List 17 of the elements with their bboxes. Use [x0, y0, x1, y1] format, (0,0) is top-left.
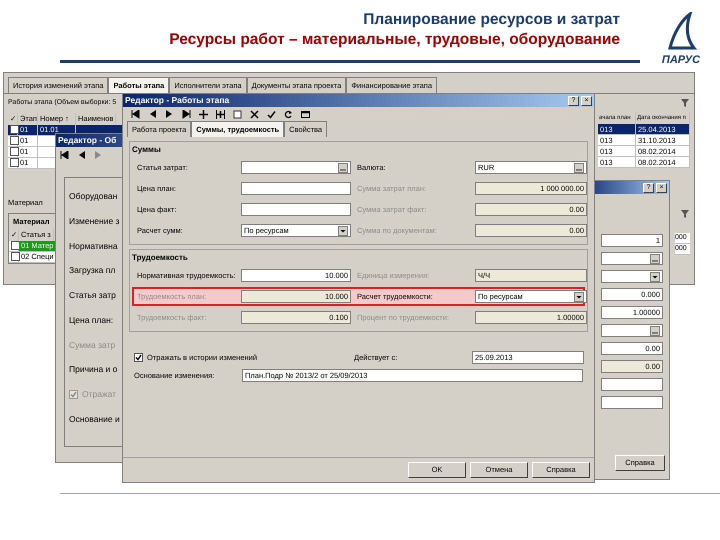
group-title: Суммы [132, 144, 162, 156]
window-title: Редактор - Об [58, 134, 116, 147]
window-title: Редактор - Работы этапа [125, 94, 230, 107]
checkbox-label: Отражат [82, 388, 116, 401]
logo-text: ПАРУС [662, 53, 700, 68]
field-label: Изменение з [69, 214, 120, 228]
field-label: Нормативна [69, 240, 118, 252]
field-label: Оборудован [69, 190, 118, 203]
slide-subtitle: Ресурсы работ – материальные, трудовые, оборудование [168, 30, 620, 50]
field-label: Статья затр [69, 289, 116, 302]
field-label: Цена план: [69, 314, 114, 326]
slide-title: Планирование ресурсов и затрат [362, 10, 620, 30]
field-label: Загрузка пл [69, 264, 116, 277]
field-label: Сумма затр [69, 338, 116, 352]
field-label: Причина и о [69, 363, 118, 376]
group-title: Трудоемкость [132, 252, 189, 264]
field-label: Основание и [69, 412, 120, 426]
